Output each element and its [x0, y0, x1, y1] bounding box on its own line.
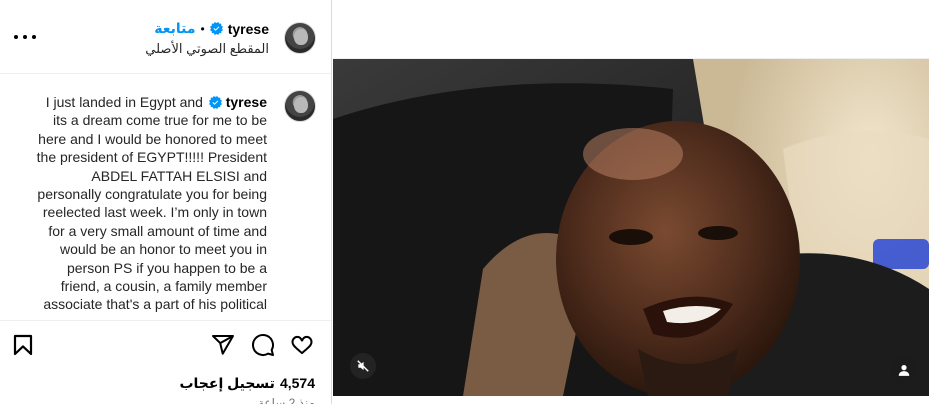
- post-actions-bar: 4,574 تسجيل إعجاب منذ 2 ساعة: [0, 320, 331, 404]
- comment-icon[interactable]: [251, 333, 277, 359]
- post-timestamp[interactable]: منذ 2 ساعة: [258, 396, 315, 404]
- post-side-panel: tyrese • متابعة المقطع الصوتي الأصلي I j…: [0, 0, 332, 404]
- likes-label: تسجيل إعجاب: [179, 375, 275, 391]
- post-header: tyrese • متابعة المقطع الصوتي الأصلي: [0, 0, 331, 74]
- caption-text: I just landed in Egypt and tyrese its a d…: [29, 93, 267, 314]
- caption-verified-badge-icon: [208, 96, 222, 109]
- caption-body: its a dream come true for me to be here …: [36, 112, 267, 313]
- caption-section: I just landed in Egypt and tyrese its a d…: [0, 74, 331, 320]
- caption-first-line: I just landed in Egypt and: [45, 94, 207, 110]
- more-options-icon[interactable]: [14, 27, 36, 47]
- heart-icon[interactable]: [290, 333, 316, 359]
- muted-speaker-icon[interactable]: [350, 353, 376, 379]
- caption-avatar[interactable]: [284, 90, 316, 122]
- user-tag-icon[interactable]: [890, 356, 917, 383]
- media-top-blank: [333, 0, 929, 59]
- separator-dot: •: [200, 21, 205, 36]
- likes-count[interactable]: 4,574 تسجيل إعجاب: [179, 375, 315, 392]
- send-icon[interactable]: [211, 333, 237, 359]
- likes-number: 4,574: [279, 375, 315, 391]
- author-avatar[interactable]: [284, 22, 316, 54]
- caption-username[interactable]: tyrese: [226, 94, 267, 110]
- verified-badge-icon: [209, 22, 223, 35]
- author-username[interactable]: tyrese: [228, 21, 269, 37]
- follow-button[interactable]: متابعة: [154, 20, 195, 37]
- reel-video[interactable]: [333, 59, 929, 396]
- bookmark-icon[interactable]: [11, 333, 37, 359]
- author-line: tyrese • متابعة: [154, 20, 269, 37]
- video-frame: [333, 59, 929, 396]
- instagram-post-view: tyrese • متابعة المقطع الصوتي الأصلي I j…: [0, 0, 929, 404]
- original-audio-link[interactable]: المقطع الصوتي الأصلي: [145, 41, 269, 57]
